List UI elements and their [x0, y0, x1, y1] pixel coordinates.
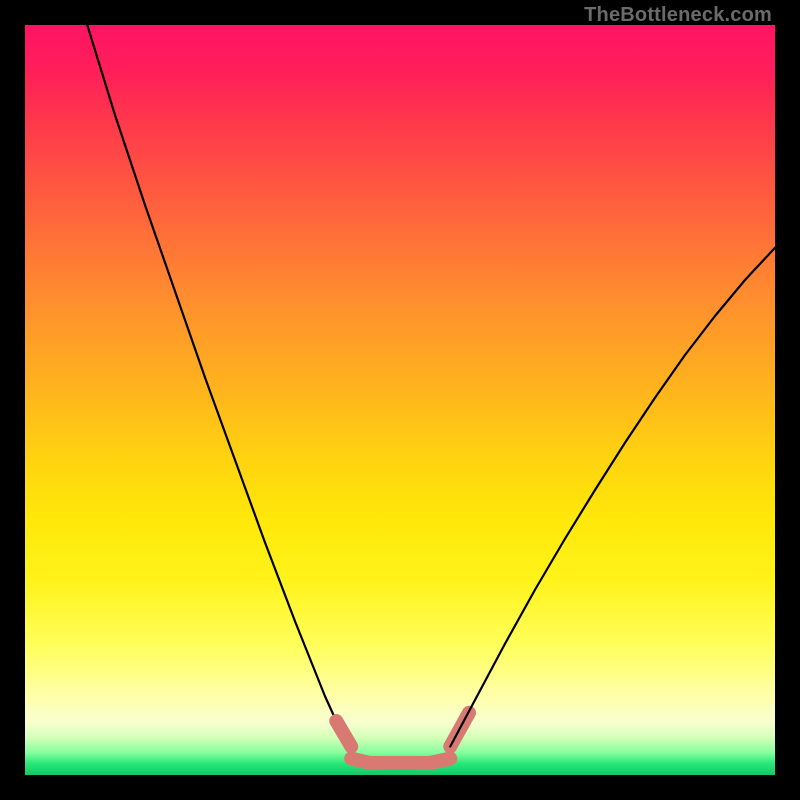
- series-bottom-overlay-left: [336, 721, 351, 747]
- series-left-branch: [87, 25, 351, 747]
- series-right-branch: [450, 248, 775, 747]
- series-bottom-flat: [351, 759, 450, 764]
- plot-area: [25, 25, 775, 775]
- chart-container: TheBottleneck.com: [0, 0, 800, 800]
- curve-group: [87, 25, 775, 763]
- attribution-text: TheBottleneck.com: [584, 4, 772, 27]
- curve-svg: [25, 25, 775, 775]
